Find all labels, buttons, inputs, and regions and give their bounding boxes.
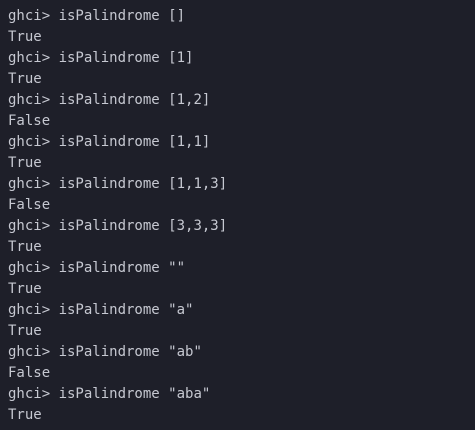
session-entry: ghci> isPalindrome [1,2] False <box>8 90 475 132</box>
output-line: True <box>8 29 42 45</box>
prompt: ghci> <box>8 50 59 66</box>
input-line: ghci> isPalindrome "a" <box>8 300 475 321</box>
command-text: isPalindrome [1,1] <box>58 134 211 150</box>
command-text: isPalindrome [1,1,3] <box>58 176 228 192</box>
terminal-window[interactable]: ghci> isPalindrome [] True ghci> isPalin… <box>0 0 475 430</box>
output-line: False <box>8 365 51 381</box>
session-entry: ghci> isPalindrome [] True <box>8 6 475 48</box>
session-entry: ghci> isPalindrome "ab" False <box>8 342 475 384</box>
prompt: ghci> <box>8 386 59 402</box>
output-line: True <box>8 155 42 171</box>
prompt: ghci> <box>8 344 59 360</box>
input-line: ghci> isPalindrome [1,2] <box>8 90 475 111</box>
output-line: True <box>8 71 42 87</box>
input-line: ghci> isPalindrome "aba" <box>8 384 475 405</box>
input-line: ghci> isPalindrome [1] <box>8 48 475 69</box>
input-line: ghci> isPalindrome [1,1,3] <box>8 174 475 195</box>
command-text: isPalindrome [3,3,3] <box>58 218 228 234</box>
session-entry: ghci> isPalindrome "aba" True <box>8 384 475 426</box>
command-text: isPalindrome "" <box>58 260 186 276</box>
prompt: ghci> <box>8 134 59 150</box>
session-entry: ghci> isPalindrome [1,1] True <box>8 132 475 174</box>
output-line: True <box>8 239 42 255</box>
output-line: False <box>8 197 51 213</box>
command-text: isPalindrome "ab" <box>58 344 202 360</box>
prompt: ghci> <box>8 8 59 24</box>
input-line: ghci> isPalindrome "ab" <box>8 342 475 363</box>
prompt: ghci> <box>8 260 59 276</box>
session-entry: ghci> isPalindrome [3,3,3] True <box>8 216 475 258</box>
session-entry: ghci> isPalindrome [1] True <box>8 48 475 90</box>
input-line: ghci> isPalindrome [] <box>8 6 475 27</box>
output-line: True <box>8 281 42 297</box>
command-text: isPalindrome [1,2] <box>58 92 211 108</box>
prompt: ghci> <box>8 92 59 108</box>
command-text: isPalindrome [] <box>58 8 186 24</box>
prompt: ghci> <box>8 176 59 192</box>
input-line: ghci> isPalindrome "" <box>8 258 475 279</box>
output-line: False <box>8 113 51 129</box>
input-line: ghci> isPalindrome [1,1] <box>8 132 475 153</box>
session-entry: ghci> isPalindrome [1,1,3] False <box>8 174 475 216</box>
session-entry: ghci> isPalindrome "" True <box>8 258 475 300</box>
command-text: isPalindrome [1] <box>58 50 194 66</box>
output-line: True <box>8 407 42 423</box>
input-line: ghci> isPalindrome [3,3,3] <box>8 216 475 237</box>
output-line: True <box>8 323 42 339</box>
prompt: ghci> <box>8 302 59 318</box>
session-entry: ghci> isPalindrome "a" True <box>8 300 475 342</box>
command-text: isPalindrome "a" <box>58 302 194 318</box>
command-text: isPalindrome "aba" <box>58 386 211 402</box>
prompt: ghci> <box>8 218 59 234</box>
